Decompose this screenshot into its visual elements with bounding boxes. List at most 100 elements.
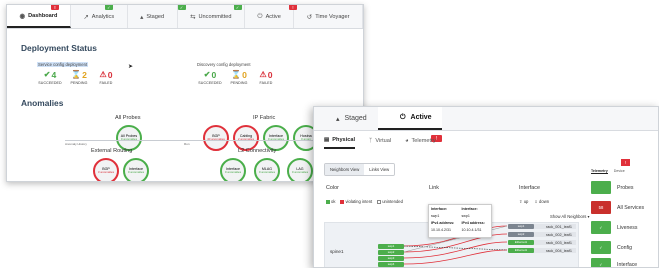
service-label: Liveness: [617, 224, 638, 231]
discovery-succeeded-stat[interactable]: ✔ 0 SUCCEEDED: [197, 71, 223, 85]
tooltip-ipv4-a: 10.10.4.2/31: [431, 228, 451, 232]
pending-label: PENDING: [70, 80, 88, 85]
rack-port[interactable]: swp2: [508, 232, 534, 237]
interface-status-box: ✓: [591, 258, 611, 267]
probes-status-box: [591, 181, 611, 194]
tab-uncommitted[interactable]: ✓ ⇆ Uncommitted: [178, 5, 245, 28]
discovery-succeeded-count: 0: [211, 70, 217, 80]
l2-mlag-gauge[interactable]: MLAG 0 anomalies: [254, 158, 280, 181]
bgp-gauge[interactable]: BGP 40 anomalies: [203, 125, 229, 151]
service-config[interactable]: ✓ Config: [591, 241, 632, 254]
tab-analytics[interactable]: ✓ ↗ Analytics: [71, 5, 128, 28]
deployment-status-title: Deployment Status: [21, 43, 97, 53]
all-probes-title: All Probes: [115, 115, 141, 121]
succeeded-label: SUCCEEDED: [198, 80, 222, 85]
check-circle-icon: ✔: [43, 70, 51, 80]
power-icon: ⏻: [257, 12, 263, 20]
warning-icon: ⚠: [259, 70, 267, 80]
tab-analytics-label: Analytics: [91, 13, 115, 20]
hourglass-icon: ⌛: [71, 70, 82, 80]
service-failed-stat[interactable]: ⚠ 0 FAILED: [93, 71, 119, 85]
tooltip-interface-b: swp1: [461, 214, 470, 218]
tooltip-ipv4-b-label: IPv4 address:: [461, 221, 485, 225]
external-routing-title: External Routing: [91, 148, 133, 154]
spine-port[interactable]: swp2: [378, 250, 404, 255]
external-interface-gauge[interactable]: Interface 0 anomalies: [123, 158, 149, 181]
tab-dashboard[interactable]: ! ◉ Dashboard: [7, 5, 71, 28]
rack-port[interactable]: swp1: [508, 224, 534, 229]
anomalies-title: Anomalies: [21, 98, 64, 108]
tooltip-ipv4-a-label: IPv4 address:: [431, 221, 455, 225]
service-interface[interactable]: ✓ Interface: [591, 258, 638, 268]
l2-lag-gauge[interactable]: LAG 0 anomalies: [287, 158, 313, 181]
service-pending-count: 2: [82, 70, 87, 80]
swap-icon: ⇆: [190, 13, 196, 21]
mouse-cursor-icon: ➤: [128, 64, 134, 70]
telemetry-side-panel: ! Telemetry Device Probes 58 All Service…: [591, 159, 658, 268]
discovery-failed-stat[interactable]: ⚠ 0 FAILED: [253, 71, 279, 85]
service-probes[interactable]: Probes: [591, 181, 633, 194]
tab-uncommitted-badge: ✓: [233, 5, 242, 10]
chart-icon: ↗: [83, 13, 89, 21]
pending-label: PENDING: [230, 80, 248, 85]
service-pending-stat[interactable]: ⌛ 2 PENDING: [66, 71, 92, 85]
failed-label: FAILED: [99, 80, 113, 85]
telemetry-panel-badge: !: [621, 159, 630, 166]
all-services-status-box: 58: [591, 201, 611, 214]
tab-analytics-badge: ✓: [104, 5, 113, 10]
spine-port[interactable]: swp3: [378, 256, 404, 261]
service-failed-count: 0: [107, 70, 113, 80]
tooltip-ipv4-b: 10.10.4.1/31: [461, 228, 482, 232]
rack-port[interactable]: Ethernet1: [508, 248, 534, 253]
rack-name: rack_004_leaf1: [546, 248, 572, 253]
gauge-sub: 0 anomalies: [258, 170, 276, 175]
tab-staged[interactable]: ✓ ▴ Staged: [128, 5, 186, 28]
tab-time-voyager[interactable]: ↺ Time Voyager: [294, 5, 363, 28]
service-label: Interface: [617, 261, 638, 268]
tooltip-interface-a-label: Interface:: [431, 207, 448, 211]
service-succeeded-count: 4: [51, 70, 57, 80]
gauge-sub: 3 anomalies: [97, 170, 115, 175]
service-succeeded-stat[interactable]: ✔ 4 SUCCEEDED: [37, 71, 63, 85]
discovery-pending-count: 0: [242, 70, 247, 80]
tab-dashboard-badge: !: [51, 5, 59, 10]
run-label: Run: [184, 142, 190, 146]
external-bgp-gauge[interactable]: BGP 3 anomalies: [93, 158, 119, 181]
tab-staged-label: Staged: [146, 13, 165, 20]
tooltip-interface-b-label: Interface:: [461, 207, 478, 211]
discovery-failed-count: 0: [267, 70, 273, 80]
link-tooltip: Interface: Interface: swp1 swp1 IPv4 add…: [428, 204, 492, 238]
active-window: ▴ Staged ⏻ Active ! ▤ Physical ᛉ Virtual…: [313, 106, 659, 268]
side-tab-device[interactable]: Device: [614, 169, 625, 174]
succeeded-label: SUCCEEDED: [38, 80, 62, 85]
tab-active[interactable]: ! ⏻ Active: [245, 5, 297, 28]
screenshot-stage: ! ◉ Dashboard ✓ ↗ Analytics ✓ ▴ Staged ✓…: [0, 0, 659, 268]
service-label: Config: [617, 244, 632, 251]
hourglass-icon: ⌛: [231, 70, 242, 80]
tab-active-label: Active: [265, 13, 281, 20]
history-icon: ↺: [306, 13, 313, 21]
side-tab-telemetry[interactable]: Telemetry: [591, 169, 608, 174]
rack-port[interactable]: Ethernet1: [508, 240, 534, 245]
discovery-config-label[interactable]: Discovery config deployment: [197, 62, 251, 67]
service-liveness[interactable]: ✓ Liveness: [591, 221, 637, 234]
spine-port[interactable]: swp1: [378, 244, 404, 249]
anomaly-history-label: Anomaly History: [65, 142, 87, 146]
main-tab-bar: ! ◉ Dashboard ✓ ↗ Analytics ✓ ▴ Staged ✓…: [7, 5, 363, 29]
spine-port[interactable]: swp4: [378, 262, 404, 267]
gauge-sub: 0 anomalies: [291, 170, 309, 175]
failed-label: FAILED: [259, 80, 273, 85]
side-panel-tabs: Telemetry Device: [591, 169, 625, 174]
config-status-box: ✓: [591, 241, 611, 254]
discovery-pending-stat[interactable]: ⌛ 0 PENDING: [226, 71, 252, 85]
service-config-label[interactable]: Service config deployment: [37, 62, 89, 67]
gauge-sub: 0 anomalies: [127, 170, 145, 175]
link-line[interactable]: [403, 249, 508, 265]
flask-icon: ▴: [140, 13, 144, 21]
gauge-sub: 0 anomalies: [224, 170, 242, 175]
warning-icon: ⚠: [99, 70, 107, 80]
tab-time-voyager-label: Time Voyager: [315, 13, 350, 20]
service-label: Probes: [617, 184, 634, 191]
l2-interface-gauge[interactable]: Interface 0 anomalies: [220, 158, 246, 181]
service-all-services[interactable]: 58 All Services: [591, 201, 644, 214]
